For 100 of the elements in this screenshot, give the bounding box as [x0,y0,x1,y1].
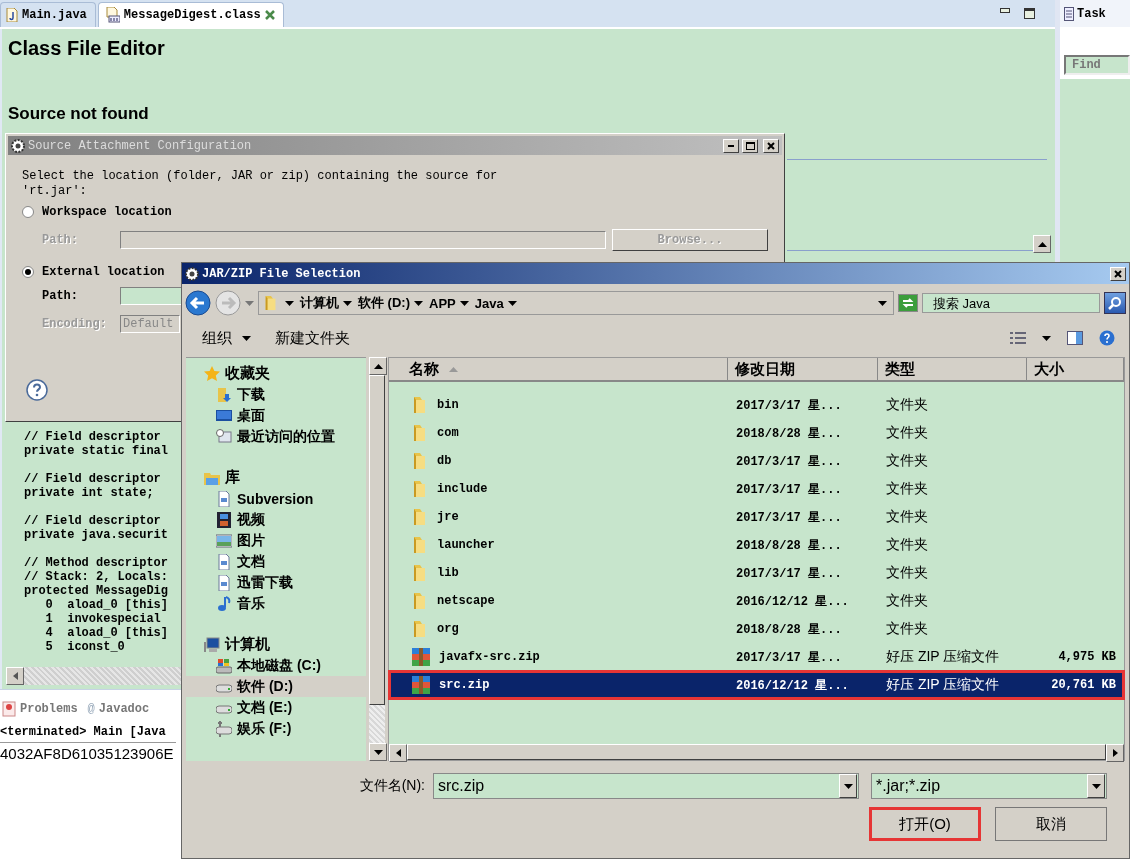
file-name: javafx-src.zip [439,650,540,664]
file-row[interactable]: netscape 2016/12/12 星... 文件夹 [389,587,1124,615]
desktop-icon [216,407,232,424]
close-button[interactable] [1110,266,1126,281]
nav-item[interactable]: 文档 [186,551,366,572]
file-row[interactable]: org 2018/8/28 星... 文件夹 [389,615,1124,643]
horizontal-scrollbar[interactable] [389,744,1124,760]
toolbar-button[interactable]: 新建文件夹 [275,328,350,348]
nav-item[interactable]: 收藏夹 [186,363,366,384]
dialog-button[interactable]: 取消 [995,807,1107,841]
document-icon [216,490,232,507]
close-button[interactable] [763,138,779,153]
instruction-text: Select the location (folder, JAR or zip) containing the source for 'rt.jar': [22,169,499,199]
date-cell-text: 2018/8/28 星... [735,537,843,554]
path-field[interactable] [120,231,606,249]
back-button[interactable] [185,290,211,316]
file-name: com [437,426,459,440]
search-button[interactable] [1104,292,1126,314]
date-cell-text: 2017/3/17 星... [735,397,843,414]
minimize-icon[interactable] [1000,8,1010,13]
file-row[interactable]: jre 2017/3/17 星... 文件夹 [389,503,1124,531]
file-row[interactable]: src.zip 2016/12/12 星... 好压 ZIP 压缩文件 20,761 KB [389,671,1124,699]
nav-item[interactable]: 库 [186,467,366,488]
file-name: launcher [437,538,495,552]
dropdown-icon [878,300,887,306]
up-arrow-icon [373,363,383,369]
breadcrumb-item[interactable]: 计算机 [300,294,352,312]
nav-item[interactable]: 最近访问的位置 [186,426,366,447]
nav-item[interactable]: 文档 (E:) [186,697,366,718]
file-row[interactable]: include 2017/3/17 星... 文件夹 [389,475,1124,503]
nav-item[interactable]: 计算机 [186,634,366,655]
console-title: <terminated> Main [Java [0,725,176,743]
nav-item[interactable]: 下载 [186,384,366,405]
search-field[interactable]: 搜索 Java [922,293,1100,313]
find-field[interactable]: Find [1064,55,1130,75]
nav-item[interactable]: 视频 [186,509,366,530]
nav-item[interactable]: 桌面 [186,405,366,426]
caret-icon [414,300,423,306]
radio-button[interactable] [22,266,34,278]
view-caret-icon [1042,335,1051,341]
help-icon[interactable] [26,379,48,401]
dialog-button[interactable]: 打开(O) [869,807,981,841]
nav-item[interactable]: 软件 (D:) [186,676,366,697]
vertical-scrollbar[interactable] [369,357,385,761]
file-row[interactable]: launcher 2018/8/28 星... 文件夹 [389,531,1124,559]
nav-item[interactable]: 图片 [186,530,366,551]
date-cell-text: 2016/12/12 星... [735,677,850,694]
breadcrumb-item[interactable]: APP [429,295,469,311]
column-header[interactable]: 大小 [1027,358,1124,382]
file-row[interactable]: lib 2017/3/17 星... 文件夹 [389,559,1124,587]
editor-tab[interactable]: MessageDigest.class [97,2,284,27]
type-cell-text: 文件夹 [885,620,929,638]
breadcrumb-item[interactable]: 软件 (D:) [358,294,423,312]
view-options-icon[interactable] [1010,332,1026,344]
encoding-label: Encoding: [42,317,108,331]
maximize-button[interactable] [742,138,758,153]
date-cell-text: 2017/3/17 星... [735,453,843,470]
system-drive-icon [216,657,232,674]
nav-item[interactable]: 本地磁盘 (C:) [186,655,366,676]
file-name: include [437,482,488,496]
view-tab[interactable]: Task [1060,0,1130,27]
address-bar[interactable]: 计算机 软件 (D:) APP Java [258,291,894,315]
refresh-button[interactable] [898,294,918,312]
code-line: 4 aload_0 [this] [44,626,169,640]
left-arrow-icon [395,749,401,757]
close-icon[interactable] [264,10,275,20]
column-header[interactable]: 类型 [878,358,1027,382]
column-header[interactable]: 修改日期 [728,358,878,382]
column-header[interactable]: 名称 [389,358,728,382]
toolbar-button[interactable]: 组织 [202,328,251,348]
nav-item[interactable]: Subversion [186,488,366,509]
view-tab[interactable]: @ Javadoc [87,702,150,716]
file-row[interactable]: db 2017/3/17 星... 文件夹 [389,447,1124,475]
help-icon[interactable] [1099,330,1115,346]
caret-icon [285,300,294,306]
type-cell-text: 文件夹 [885,564,929,582]
file-name: src.zip [439,678,490,692]
size-cell-text: 4,975 KB [1057,650,1117,664]
nav-item[interactable]: 娱乐 (F:) [186,718,366,739]
file-row[interactable]: com 2018/8/28 星... 文件夹 [389,419,1124,447]
file-row[interactable]: bin 2017/3/17 星... 文件夹 [389,391,1124,419]
view-tab[interactable]: Problems [2,701,78,717]
file-name-field[interactable]: src.zip [433,773,859,799]
nav-item[interactable]: 音乐 [186,593,366,614]
minimize-button[interactable] [723,138,739,153]
archive-icon [411,647,431,667]
code-line: // Stack: 2, Locals: [24,570,169,584]
type-cell-text: 好压 ZIP 压缩文件 [885,676,1001,694]
music-note-icon [216,595,232,612]
file-row[interactable]: javafx-src.zip 2017/3/17 星... 好压 ZIP 压缩文件 4,975 KB [389,643,1124,671]
preview-pane-icon[interactable] [1067,331,1083,345]
at-icon: @ [87,702,95,716]
path-label: Path: [42,289,79,303]
nav-item[interactable]: 迅雷下载 [186,572,366,593]
breadcrumb-item[interactable]: Java [474,295,517,311]
scroll-up-button[interactable] [1033,235,1051,253]
maximize-icon[interactable] [1024,8,1035,19]
document-icon [216,553,232,570]
file-type-dropdown[interactable]: *.jar;*.zip [871,773,1107,799]
editor-tab[interactable]: Main.java [0,2,96,27]
